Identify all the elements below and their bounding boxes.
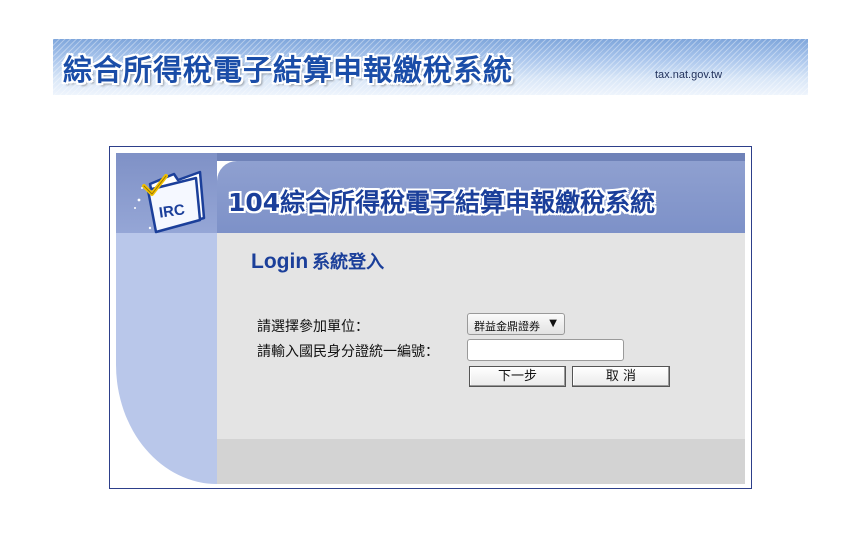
system-title: 104綜合所得稅電子結算申報繳稅系統 xyxy=(228,188,656,217)
footer-band xyxy=(217,439,745,484)
header-top-strip xyxy=(217,153,745,161)
next-step-button[interactable]: 下一步 xyxy=(469,366,566,387)
banner-url: tax.nat.gov.tw xyxy=(655,69,723,81)
login-frame: IRC 104綜合所得稅電子結算申報繳稅系統 Login 系統登入 請選擇參加單位… xyxy=(109,146,752,489)
login-heading-en: Login xyxy=(251,250,309,273)
chevron-down-icon: ▼ xyxy=(549,318,557,329)
unit-label: 請選擇參加單位： xyxy=(257,319,369,335)
id-label: 請輸入國民身分證統一編號： xyxy=(257,344,439,360)
id-number-input[interactable] xyxy=(467,339,624,361)
banner-title: 綜合所得稅電子結算申報繳稅系統 xyxy=(63,53,514,87)
irc-logo-icon xyxy=(134,170,206,234)
site-banner: 綜合所得稅電子結算申報繳稅系統 tax.nat.gov.tw xyxy=(53,39,808,95)
unit-select-value: 群益金鼎證券 xyxy=(474,320,540,333)
login-heading: Login 系統登入 xyxy=(251,248,384,274)
irc-logo-text: IRC xyxy=(157,201,186,222)
login-frame-inner: IRC 104綜合所得稅電子結算申報繳稅系統 Login 系統登入 請選擇參加單位… xyxy=(116,153,745,484)
cancel-button[interactable]: 取 消 xyxy=(572,366,670,387)
login-heading-zh: 系統登入 xyxy=(312,252,385,273)
unit-select[interactable]: 群益金鼎證券 ▼ xyxy=(467,313,565,335)
